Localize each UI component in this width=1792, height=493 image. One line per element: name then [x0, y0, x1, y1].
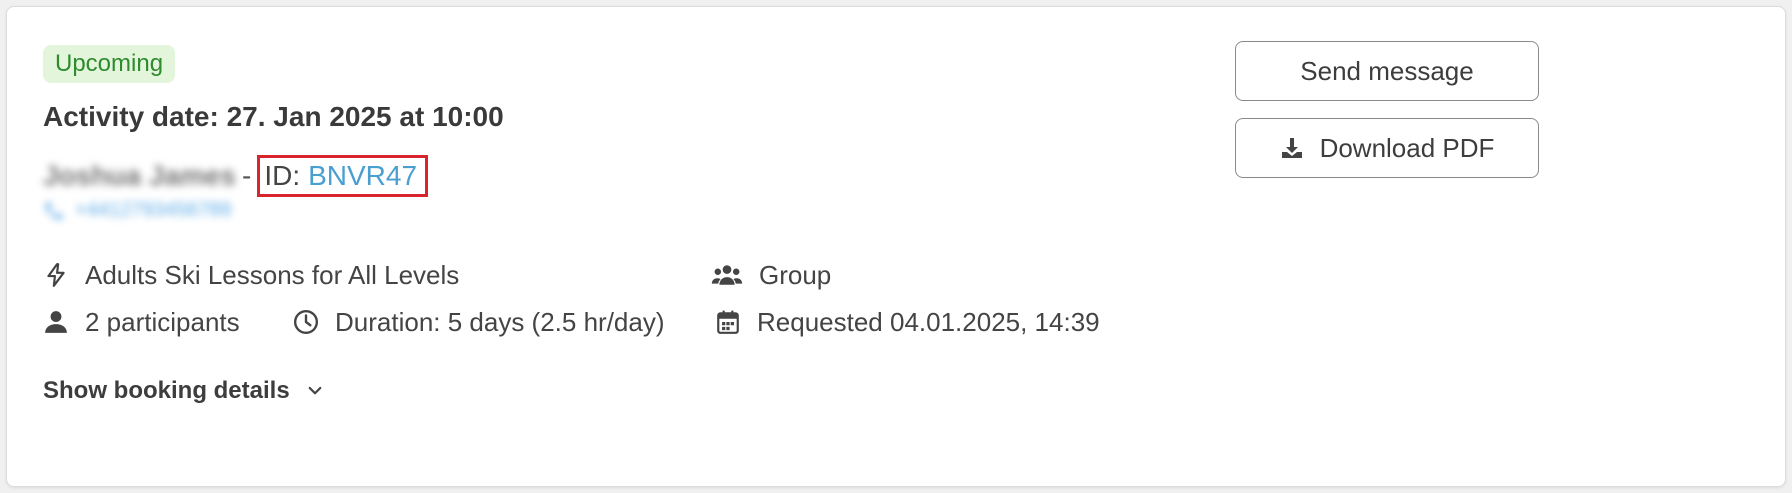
- activity-date: Activity date: 27. Jan 2025 at 10:00: [43, 101, 504, 132]
- phone-number: +4412793456789: [75, 199, 232, 221]
- booking-id-highlight: ID: BNVR47: [257, 155, 429, 197]
- show-booking-details-toggle[interactable]: Show booking details: [43, 377, 324, 405]
- status-badge: Upcoming: [43, 45, 176, 83]
- requested-item: Requested 04.01.2025, 14:39: [715, 306, 1100, 338]
- activity-name: Adults Ski Lessons for All Levels: [85, 260, 460, 290]
- send-message-label: Send message: [1300, 55, 1474, 86]
- lesson-type: Group: [759, 260, 832, 290]
- show-details-label: Show booking details: [43, 377, 290, 404]
- download-pdf-button[interactable]: Download PDF: [1235, 118, 1539, 178]
- participants-count: 2 participants: [85, 307, 240, 337]
- booking-id-label: ID:: [264, 160, 301, 191]
- download-icon: [1281, 138, 1302, 158]
- participants-item: 2 participants: [43, 306, 240, 338]
- phone-icon: [45, 202, 63, 219]
- bolt-icon: [47, 263, 65, 287]
- requested-date: Requested 04.01.2025, 14:39: [757, 307, 1100, 337]
- lesson-type-item: Group: [711, 259, 831, 291]
- clock-icon: [293, 309, 319, 335]
- booking-card: Upcoming Activity date: 27. Jan 2025 at …: [6, 6, 1786, 487]
- calendar-icon: [717, 310, 739, 334]
- chevron-down-icon: [308, 386, 322, 395]
- separator: -: [242, 160, 252, 191]
- activity-name-item: Adults Ski Lessons for All Levels: [43, 259, 459, 291]
- users-icon: [711, 265, 743, 285]
- duration: Duration: 5 days (2.5 hr/day): [335, 307, 665, 337]
- customer-name: Joshua James: [43, 160, 236, 191]
- download-pdf-label: Download PDF: [1319, 132, 1495, 163]
- duration-item: Duration: 5 days (2.5 hr/day): [293, 306, 665, 338]
- customer-phone[interactable]: +4412793456789: [43, 199, 231, 222]
- send-message-button[interactable]: Send message: [1235, 41, 1539, 101]
- customer-row: Joshua James - ID: BNVR47: [43, 155, 429, 197]
- booking-id-link[interactable]: BNVR47: [308, 158, 417, 194]
- user-icon: [45, 311, 67, 333]
